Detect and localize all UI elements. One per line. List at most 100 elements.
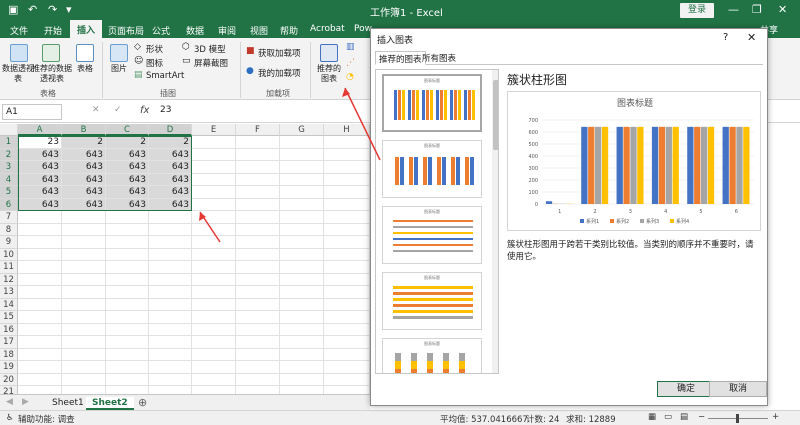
cell[interactable]: [192, 311, 236, 324]
cell[interactable]: [324, 286, 370, 299]
cell[interactable]: [192, 161, 236, 174]
cell[interactable]: [149, 348, 192, 361]
row-header[interactable]: 17: [0, 336, 18, 349]
cell[interactable]: [62, 336, 106, 349]
cell[interactable]: [236, 348, 280, 361]
cell[interactable]: [192, 236, 236, 249]
cell[interactable]: [18, 286, 62, 299]
help-button[interactable]: ?: [723, 32, 728, 43]
row-header[interactable]: 12: [0, 273, 18, 286]
cell[interactable]: [192, 198, 236, 211]
cell[interactable]: [149, 311, 192, 324]
select-all-corner[interactable]: [0, 124, 18, 136]
pie-chart-icon[interactable]: ◔: [346, 72, 354, 82]
row-header[interactable]: 19: [0, 361, 18, 374]
cell[interactable]: [280, 148, 324, 161]
cell[interactable]: [106, 323, 149, 336]
cell[interactable]: [106, 298, 149, 311]
zoom-in-button[interactable]: +: [772, 412, 779, 422]
smartart-button[interactable]: SmartArt: [146, 71, 184, 81]
row-header[interactable]: 11: [0, 261, 18, 274]
picture-button[interactable]: 图片: [106, 64, 132, 74]
cell[interactable]: [236, 211, 280, 224]
cell[interactable]: [149, 261, 192, 274]
cell[interactable]: [280, 223, 324, 236]
next-sheet-icon[interactable]: ▶: [22, 397, 29, 407]
row-header[interactable]: 7: [0, 211, 18, 224]
cell[interactable]: [18, 236, 62, 249]
cell[interactable]: [62, 373, 106, 386]
thumbnails-scrollbar[interactable]: [492, 70, 498, 373]
cell[interactable]: [324, 173, 370, 186]
cell[interactable]: [62, 286, 106, 299]
tab-home[interactable]: 开始: [44, 24, 62, 37]
cell[interactable]: [106, 348, 149, 361]
cell[interactable]: [106, 311, 149, 324]
undo-icon[interactable]: ↶: [28, 3, 37, 16]
cell[interactable]: [280, 211, 324, 224]
login-button[interactable]: 登录: [680, 3, 714, 18]
page-break-view-icon[interactable]: ▤: [680, 412, 688, 422]
cell[interactable]: [280, 361, 324, 374]
sheet-tab-sheet1[interactable]: Sheet1: [46, 397, 90, 410]
pivot-table-button[interactable]: 数据透视表: [2, 64, 34, 84]
sheet-tab-sheet2[interactable]: Sheet2: [86, 397, 134, 410]
minimize-icon[interactable]: —: [728, 3, 739, 16]
cell[interactable]: [236, 373, 280, 386]
cell[interactable]: [18, 311, 62, 324]
cell[interactable]: [280, 161, 324, 174]
cell[interactable]: [18, 223, 62, 236]
close-window-icon[interactable]: ✕: [778, 3, 787, 16]
redo-icon[interactable]: ↷: [48, 3, 57, 16]
cell[interactable]: [324, 198, 370, 211]
cell[interactable]: [106, 336, 149, 349]
cell[interactable]: [236, 261, 280, 274]
cell[interactable]: [18, 361, 62, 374]
cell[interactable]: [324, 248, 370, 261]
thumbnail-column-variant[interactable]: 图表标题: [382, 140, 482, 198]
cell[interactable]: [62, 223, 106, 236]
cell[interactable]: [324, 348, 370, 361]
cell[interactable]: [106, 286, 149, 299]
cell[interactable]: [192, 211, 236, 224]
cell[interactable]: [62, 361, 106, 374]
cell[interactable]: [324, 136, 370, 149]
recommended-charts-button[interactable]: 推荐的图表: [314, 64, 344, 84]
cell[interactable]: [324, 223, 370, 236]
cell[interactable]: [62, 273, 106, 286]
thumbnail-stacked-bar[interactable]: 图表标题: [382, 272, 482, 330]
cell[interactable]: [280, 236, 324, 249]
cell[interactable]: [324, 298, 370, 311]
add-sheet-icon[interactable]: ⊕: [138, 396, 147, 409]
cell[interactable]: [18, 348, 62, 361]
tab-page-layout[interactable]: 页面布局: [108, 24, 144, 37]
cell[interactable]: [324, 236, 370, 249]
cell[interactable]: [62, 236, 106, 249]
cell[interactable]: [280, 248, 324, 261]
cell[interactable]: [106, 361, 149, 374]
cell[interactable]: [149, 361, 192, 374]
cell[interactable]: [324, 148, 370, 161]
row-header[interactable]: 1: [0, 136, 18, 149]
cell[interactable]: [149, 298, 192, 311]
cell[interactable]: [236, 361, 280, 374]
cell[interactable]: [62, 348, 106, 361]
recommended-pivot-button[interactable]: 推荐的数据透视表: [32, 64, 72, 84]
cell[interactable]: [18, 211, 62, 224]
tab-help[interactable]: 帮助: [280, 24, 298, 37]
cell[interactable]: [18, 273, 62, 286]
cell[interactable]: [18, 298, 62, 311]
tab-view[interactable]: 视图: [250, 24, 268, 37]
restore-icon[interactable]: ❐: [752, 3, 762, 16]
tab-all-charts[interactable]: 所有图表: [419, 51, 459, 65]
cell[interactable]: [149, 336, 192, 349]
cell[interactable]: [62, 261, 106, 274]
line-chart-icon[interactable]: ⋰: [346, 58, 355, 68]
cell[interactable]: [18, 336, 62, 349]
cell[interactable]: [280, 173, 324, 186]
cell[interactable]: [280, 273, 324, 286]
cell[interactable]: [280, 373, 324, 386]
tab-formulas[interactable]: 公式: [152, 24, 170, 37]
thumbnail-clustered-column[interactable]: 图表标题: [382, 74, 482, 132]
cell[interactable]: [236, 311, 280, 324]
